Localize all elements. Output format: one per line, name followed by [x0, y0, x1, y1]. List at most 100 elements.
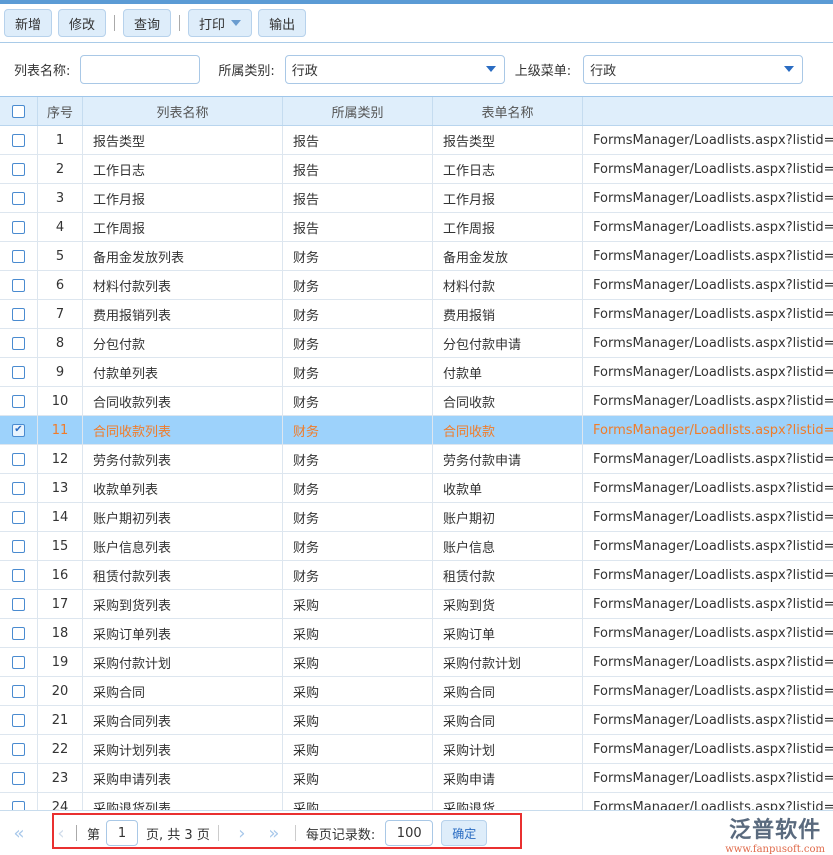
- table-row[interactable]: 2工作日志报告工作日志FormsManager/Loadlists.aspx?l…: [0, 155, 833, 184]
- row-category: 报告: [283, 184, 433, 212]
- row-url: FormsManager/Loadlists.aspx?listid=183: [583, 387, 833, 415]
- row-checkbox[interactable]: [12, 714, 25, 727]
- table-row[interactable]: 7费用报销列表财务费用报销FormsManager/Loadlists.aspx…: [0, 300, 833, 329]
- header-form-name[interactable]: 表单名称: [433, 97, 583, 125]
- row-list-name: 账户信息列表: [83, 532, 283, 560]
- row-seq: 2: [38, 155, 83, 183]
- table-row[interactable]: 13收款单列表财务收款单FormsManager/Loadlists.aspx?…: [0, 474, 833, 503]
- row-checkbox[interactable]: ✔: [12, 424, 25, 437]
- parent-menu-select[interactable]: 行政: [583, 55, 803, 84]
- row-form-name: 采购合同: [433, 677, 583, 705]
- select-all-checkbox[interactable]: [12, 105, 25, 118]
- row-seq: 12: [38, 445, 83, 473]
- row-checkbox[interactable]: [12, 192, 25, 205]
- row-category: 报告: [283, 126, 433, 154]
- row-checkbox[interactable]: [12, 366, 25, 379]
- row-check-cell: [0, 590, 38, 618]
- row-checkbox[interactable]: [12, 250, 25, 263]
- row-list-name: 采购合同: [83, 677, 283, 705]
- row-seq: 6: [38, 271, 83, 299]
- row-url: FormsManager/Loadlists.aspx?listid=295: [583, 706, 833, 734]
- query-button[interactable]: 查询: [123, 9, 171, 37]
- table-row[interactable]: 4工作周报报告工作周报FormsManager/Loadlists.aspx?l…: [0, 213, 833, 242]
- table-row[interactable]: 16租赁付款列表财务租赁付款FormsManager/Loadlists.asp…: [0, 561, 833, 590]
- table-row[interactable]: 22采购计划列表采购采购计划FormsManager/Loadlists.asp…: [0, 735, 833, 764]
- dropdown-arrow-icon: [784, 66, 794, 72]
- table-row[interactable]: 21采购合同列表采购采购合同FormsManager/Loadlists.asp…: [0, 706, 833, 735]
- table-row[interactable]: 10合同收款列表财务合同收款FormsManager/Loadlists.asp…: [0, 387, 833, 416]
- table-row[interactable]: 9付款单列表财务付款单FormsManager/Loadlists.aspx?l…: [0, 358, 833, 387]
- row-checkbox[interactable]: [12, 627, 25, 640]
- first-page-icon[interactable]: «: [6, 823, 32, 844]
- row-list-name: 工作周报: [83, 213, 283, 241]
- table-row[interactable]: 20采购合同采购采购合同FormsManager/Loadlists.aspx?…: [0, 677, 833, 706]
- row-form-name: 分包付款申请: [433, 329, 583, 357]
- row-form-name: 工作周报: [433, 213, 583, 241]
- table-row[interactable]: 24采购退货列表采购采购退货FormsManager/Loadlists.asp…: [0, 793, 833, 810]
- row-url: FormsManager/Loadlists.aspx?listid=233: [583, 358, 833, 386]
- row-url: FormsManager/Loadlists.aspx?listid=355: [583, 416, 833, 444]
- header-url[interactable]: [583, 97, 833, 125]
- row-checkbox[interactable]: [12, 598, 25, 611]
- table-row[interactable]: 12劳务付款列表财务劳务付款申请FormsManager/Loadlists.a…: [0, 445, 833, 474]
- row-check-cell: [0, 706, 38, 734]
- table-row[interactable]: 6材料付款列表财务材料付款FormsManager/Loadlists.aspx…: [0, 271, 833, 300]
- list-name-input[interactable]: [80, 55, 200, 84]
- toolbar-divider: [179, 15, 180, 31]
- row-checkbox[interactable]: [12, 134, 25, 147]
- row-checkbox[interactable]: [12, 569, 25, 582]
- print-button[interactable]: 打印: [188, 9, 252, 37]
- row-check-cell: [0, 184, 38, 212]
- table-row[interactable]: 18采购订单列表采购采购订单FormsManager/Loadlists.asp…: [0, 619, 833, 648]
- row-checkbox[interactable]: [12, 540, 25, 553]
- row-check-cell: [0, 126, 38, 154]
- add-button[interactable]: 新增: [4, 9, 52, 37]
- logo-text: 泛普软件: [725, 812, 825, 844]
- row-form-name: 费用报销: [433, 300, 583, 328]
- row-checkbox[interactable]: [12, 511, 25, 524]
- row-checkbox[interactable]: [12, 308, 25, 321]
- table-row[interactable]: 1报告类型报告报告类型FormsManager/Loadlists.aspx?l…: [0, 126, 833, 155]
- table-row[interactable]: ✔11合同收款列表财务合同收款FormsManager/Loadlists.as…: [0, 416, 833, 445]
- row-check-cell: ✔: [0, 416, 38, 444]
- row-seq: 16: [38, 561, 83, 589]
- row-category: 财务: [283, 271, 433, 299]
- header-seq[interactable]: 序号: [38, 97, 83, 125]
- row-checkbox[interactable]: [12, 685, 25, 698]
- row-checkbox[interactable]: [12, 656, 25, 669]
- table-row[interactable]: 17采购到货列表采购采购到货FormsManager/Loadlists.asp…: [0, 590, 833, 619]
- row-url: FormsManager/Loadlists.aspx?listid=199: [583, 445, 833, 473]
- row-form-name: 收款单: [433, 474, 583, 502]
- row-checkbox[interactable]: [12, 482, 25, 495]
- row-checkbox[interactable]: [12, 743, 25, 756]
- row-checkbox[interactable]: [12, 772, 25, 785]
- table-row[interactable]: 15账户信息列表财务账户信息FormsManager/Loadlists.asp…: [0, 532, 833, 561]
- row-category: 财务: [283, 242, 433, 270]
- table-row[interactable]: 23采购申请列表采购采购申请FormsManager/Loadlists.asp…: [0, 764, 833, 793]
- row-list-name: 采购计划列表: [83, 735, 283, 763]
- table-row[interactable]: 14账户期初列表财务账户期初FormsManager/Loadlists.asp…: [0, 503, 833, 532]
- table-row[interactable]: 5备用金发放列表财务备用金发放FormsManager/Loadlists.as…: [0, 242, 833, 271]
- row-checkbox[interactable]: [12, 395, 25, 408]
- row-checkbox[interactable]: [12, 801, 25, 811]
- row-form-name: 采购到货: [433, 590, 583, 618]
- row-checkbox[interactable]: [12, 337, 25, 350]
- table-row[interactable]: 19采购付款计划采购采购付款计划FormsManager/Loadlists.a…: [0, 648, 833, 677]
- row-checkbox[interactable]: [12, 221, 25, 234]
- table-row[interactable]: 8分包付款财务分包付款申请FormsManager/Loadlists.aspx…: [0, 329, 833, 358]
- row-seq: 23: [38, 764, 83, 792]
- row-url: FormsManager/Loadlists.aspx?listid=230: [583, 532, 833, 560]
- category-select[interactable]: 行政: [285, 55, 505, 84]
- row-checkbox[interactable]: [12, 163, 25, 176]
- row-list-name: 采购订单列表: [83, 619, 283, 647]
- row-checkbox[interactable]: [12, 453, 25, 466]
- header-category[interactable]: 所属类别: [283, 97, 433, 125]
- row-checkbox[interactable]: [12, 279, 25, 292]
- row-seq: 13: [38, 474, 83, 502]
- header-list-name[interactable]: 列表名称: [83, 97, 283, 125]
- row-check-cell: [0, 242, 38, 270]
- table-row[interactable]: 3工作月报报告工作月报FormsManager/Loadlists.aspx?l…: [0, 184, 833, 213]
- row-list-name: 采购合同列表: [83, 706, 283, 734]
- export-button[interactable]: 输出: [258, 9, 306, 37]
- edit-button[interactable]: 修改: [58, 9, 106, 37]
